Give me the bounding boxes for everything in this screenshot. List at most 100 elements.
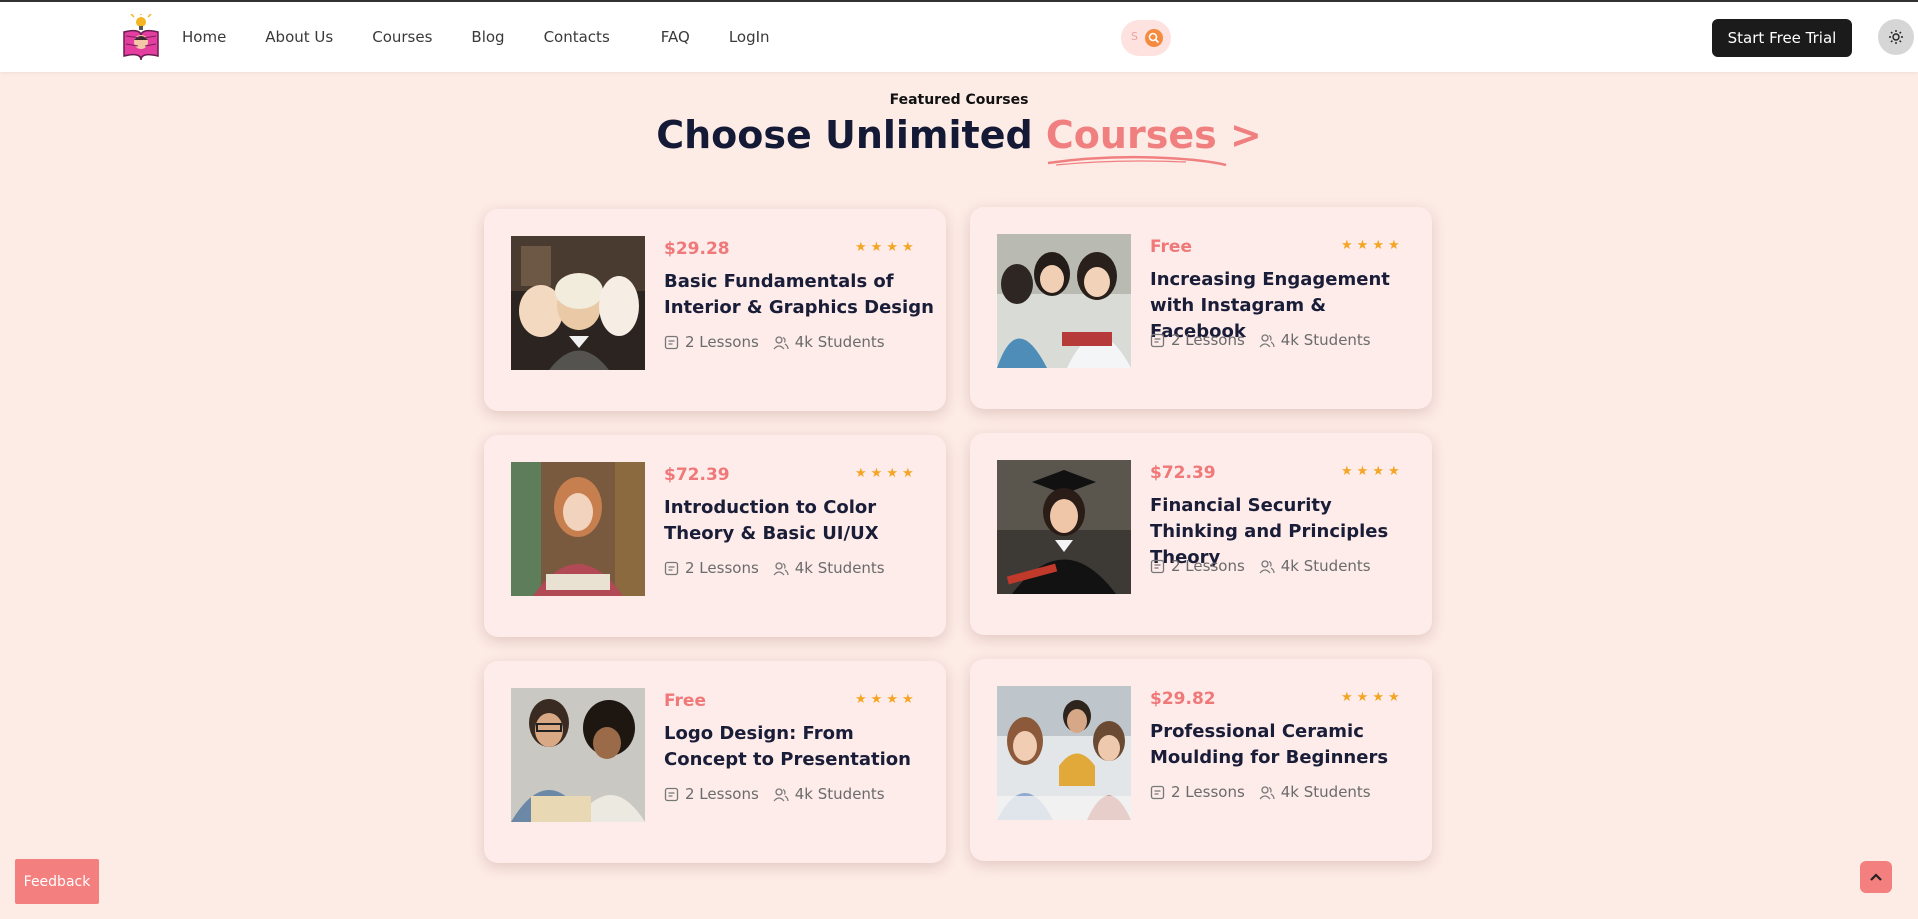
course-price: $29.82 (1150, 689, 1216, 709)
star-icon: ★ (886, 692, 898, 707)
star-icon: ★ (886, 466, 898, 481)
lesson-icon (664, 335, 679, 349)
course-thumbnail[interactable] (511, 688, 645, 822)
course-card[interactable]: Free ★ ★ ★ ★ Logo Design: From Concept to P… (484, 661, 946, 863)
lesson-count: 2 Lessons (1150, 783, 1245, 801)
students-icon (1259, 559, 1275, 573)
student-count: 4k Students (1259, 783, 1371, 801)
search-box[interactable]: S (1121, 20, 1171, 56)
star-icon: ★ (1372, 690, 1384, 705)
star-icon: ★ (1387, 464, 1400, 479)
star-icon: ★ (886, 240, 898, 255)
feedback-button[interactable]: Feedback (15, 859, 99, 904)
section-title-accent[interactable]: Courses > (1045, 113, 1262, 167)
course-price: Free (1150, 237, 1192, 257)
nav-about-us[interactable]: About Us (265, 28, 333, 46)
star-icon: ★ (901, 240, 914, 255)
course-price: $29.28 (664, 239, 730, 259)
underline-swash-icon (1047, 155, 1227, 167)
course-meta: 2 Lessons 4k Students (1150, 331, 1385, 349)
theme-toggle-button[interactable] (1878, 19, 1914, 55)
lesson-icon (664, 561, 679, 575)
course-card[interactable]: $29.82 ★ ★ ★ ★ Professional Ceramic Mouldin… (970, 659, 1432, 861)
course-card[interactable]: $29.28 ★ ★ ★ ★ Basic Fundamentals of Interi… (484, 209, 946, 411)
student-count-text: 4k Students (794, 559, 885, 577)
student-count-text: 4k Students (1280, 331, 1371, 349)
lesson-icon (1150, 333, 1165, 347)
lesson-count: 2 Lessons (664, 785, 759, 803)
students-icon (773, 787, 789, 801)
lesson-count: 2 Lessons (1150, 331, 1245, 349)
nav-courses[interactable]: Courses (372, 28, 432, 46)
lesson-icon (664, 787, 679, 801)
star-icon: ★ (855, 692, 867, 707)
course-title[interactable]: Logo Design: From Concept to Presentatio… (664, 721, 934, 773)
chevron-up-icon (1870, 873, 1882, 881)
student-count-text: 4k Students (794, 333, 885, 351)
logo[interactable] (120, 12, 162, 62)
section-title-main: Choose Unlimited (656, 113, 1033, 157)
course-title[interactable]: Introduction to Color Theory & Basic UI/… (664, 495, 934, 547)
site-header: Home About Us Courses Blog Contacts FAQ … (0, 2, 1918, 72)
course-meta: 2 Lessons 4k Students (664, 785, 899, 803)
course-meta: 2 Lessons 4k Students (1150, 783, 1385, 801)
course-thumbnail[interactable] (511, 236, 645, 370)
student-count-text: 4k Students (794, 785, 885, 803)
nav-faq[interactable]: FAQ (661, 28, 690, 46)
search-button[interactable] (1145, 29, 1163, 47)
star-icon: ★ (855, 466, 867, 481)
course-card[interactable]: Free ★ ★ ★ ★ Increasing Engagement with Ins… (970, 207, 1432, 409)
star-icon: ★ (1372, 238, 1384, 253)
students-icon (773, 335, 789, 349)
lesson-count-text: 2 Lessons (1171, 557, 1245, 575)
course-card[interactable]: $72.39 ★ ★ ★ ★ Financial Security Thinking … (970, 433, 1432, 635)
student-count-text: 4k Students (1280, 783, 1371, 801)
section-title-accent-text: Courses > (1045, 113, 1262, 157)
course-price: $72.39 (664, 465, 730, 485)
course-meta: 2 Lessons 4k Students (1150, 557, 1385, 575)
star-icon: ★ (1356, 464, 1369, 479)
course-title[interactable]: Basic Fundamentals of Interior & Graphic… (664, 269, 934, 321)
star-icon: ★ (870, 240, 883, 255)
star-icon: ★ (1387, 690, 1400, 705)
star-icon: ★ (855, 240, 867, 255)
lesson-count-text: 2 Lessons (685, 785, 759, 803)
section-title: Choose Unlimited Courses > (0, 113, 1918, 167)
search-input[interactable]: S (1131, 30, 1138, 43)
nav-home[interactable]: Home (182, 28, 226, 46)
course-thumbnail[interactable] (511, 462, 645, 596)
course-thumbnail[interactable] (997, 234, 1131, 368)
section-eyebrow: Featured Courses (889, 92, 1029, 108)
nav-blog[interactable]: Blog (471, 28, 504, 46)
scroll-to-top-button[interactable] (1860, 861, 1892, 893)
course-price: $72.39 (1150, 463, 1216, 483)
star-icon: ★ (1356, 690, 1369, 705)
logo-book-icon (123, 12, 159, 61)
student-count-text: 4k Students (1280, 557, 1371, 575)
course-title[interactable]: Professional Ceramic Moulding for Beginn… (1150, 719, 1420, 771)
student-count: 4k Students (1259, 331, 1371, 349)
lesson-count-text: 2 Lessons (685, 333, 759, 351)
lesson-icon (1150, 785, 1165, 799)
course-thumbnail[interactable] (997, 686, 1131, 820)
lesson-count-text: 2 Lessons (685, 559, 759, 577)
student-count: 4k Students (773, 559, 885, 577)
course-card[interactable]: $72.39 ★ ★ ★ ★ Introduction to Color Theory… (484, 435, 946, 637)
lesson-count: 2 Lessons (664, 333, 759, 351)
nav-contacts[interactable]: Contacts (544, 28, 610, 46)
course-rating: ★ ★ ★ ★ (1341, 465, 1400, 478)
star-icon: ★ (1341, 690, 1353, 705)
nav-login[interactable]: LogIn (729, 28, 770, 46)
star-icon: ★ (870, 692, 883, 707)
students-icon (1259, 785, 1275, 799)
lesson-count: 2 Lessons (664, 559, 759, 577)
star-icon: ★ (901, 466, 914, 481)
star-icon: ★ (1387, 238, 1400, 253)
star-icon: ★ (1356, 238, 1369, 253)
course-thumbnail[interactable] (997, 460, 1131, 594)
start-free-trial-button[interactable]: Start Free Trial (1712, 19, 1852, 57)
student-count: 4k Students (1259, 557, 1371, 575)
student-count: 4k Students (773, 785, 885, 803)
course-meta: 2 Lessons 4k Students (664, 559, 899, 577)
course-rating: ★ ★ ★ ★ (855, 467, 914, 480)
